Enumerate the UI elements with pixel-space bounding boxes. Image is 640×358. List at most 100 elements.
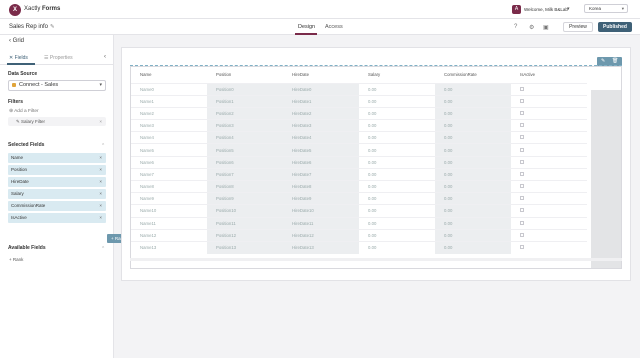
tab-fields[interactable]: ✕ Fields	[9, 55, 28, 61]
close-icon[interactable]: ×	[99, 213, 102, 223]
table-row[interactable]: Name10 Position10 HireDate10 0.00 0.00	[131, 204, 587, 218]
selected-field-position[interactable]: Position ×	[8, 165, 106, 175]
isactive-checkbox[interactable]	[520, 208, 524, 213]
table-row[interactable]: Name12 Position12 HireDate12 0.00 0.00	[131, 228, 587, 242]
table-row[interactable]: Name4 Position4 HireDate4 0.00 0.00	[131, 131, 587, 144]
close-icon[interactable]: ×	[99, 165, 102, 175]
column-header[interactable]: Salary	[359, 67, 435, 83]
table-cell: Position6	[207, 155, 283, 169]
table-row[interactable]: Name6 Position6 HireDate6 0.00 0.00	[131, 155, 587, 169]
table-cell: HireDate8	[283, 179, 359, 193]
collapse-panel-icon[interactable]: ‹	[104, 54, 106, 60]
table-row[interactable]: Name1 Position1 HireDate1 0.00 0.00	[131, 94, 587, 108]
isactive-checkbox[interactable]	[520, 86, 524, 91]
tab-design[interactable]: Design	[298, 24, 315, 30]
isactive-checkbox[interactable]	[520, 135, 524, 140]
table-row[interactable]: Name3 Position3 HireDate3 0.00 0.00	[131, 119, 587, 132]
table-row[interactable]: Name8 Position8 HireDate8 0.00 0.00	[131, 179, 587, 193]
back-to-grid[interactable]: ‹ Grid	[9, 38, 24, 44]
add-filter-button[interactable]: ⊕ Add a Filter	[9, 109, 39, 114]
table-row[interactable]: Name11 Position11 HireDate11 0.00 0.00	[131, 216, 587, 230]
isactive-checkbox[interactable]	[520, 171, 524, 176]
table-cell	[511, 82, 587, 96]
table-cell: Position3	[207, 119, 283, 132]
table-cell	[511, 119, 587, 132]
table-row[interactable]: Name7 Position7 HireDate7 0.00 0.00	[131, 167, 587, 181]
table-cell: Name13	[131, 240, 207, 254]
close-icon[interactable]: ×	[99, 189, 102, 199]
trash-icon[interactable]: 🗑	[612, 58, 618, 64]
isactive-checkbox[interactable]	[520, 184, 524, 189]
published-button[interactable]: Published	[598, 22, 632, 32]
column-header[interactable]: Name	[131, 67, 207, 83]
table-row[interactable]: Name5 Position5 HireDate5 0.00 0.00	[131, 143, 587, 157]
pencil-icon[interactable]: ✎	[50, 24, 55, 30]
data-grid[interactable]: Name Position HireDate Salary Commission…	[130, 66, 622, 269]
table-cell: Name5	[131, 143, 207, 157]
isactive-checkbox[interactable]	[520, 159, 524, 164]
table-cell: 0.00	[359, 155, 435, 169]
filter-chip[interactable]: ✎ Salary Filter ×	[8, 117, 106, 126]
selected-field-isactive[interactable]: IsActive ×	[8, 213, 106, 223]
language-value: Korea	[589, 6, 602, 11]
isactive-checkbox[interactable]	[520, 196, 524, 201]
table-row[interactable]: Name2 Position2 HireDate2 0.00 0.00	[131, 106, 587, 120]
pencil-icon[interactable]: ✎	[601, 58, 605, 64]
app-name-suffix: Forms	[42, 6, 61, 12]
chevron-up-icon[interactable]: ⌃	[101, 143, 105, 149]
isactive-checkbox[interactable]	[520, 245, 524, 250]
table-cell: Position11	[207, 216, 283, 230]
data-source-title: Data Source	[8, 71, 38, 77]
chevron-up-icon[interactable]: ⌃	[101, 246, 105, 252]
close-icon[interactable]: ×	[99, 201, 102, 211]
column-header[interactable]: HireDate	[283, 67, 359, 83]
table-cell: Position10	[207, 204, 283, 218]
selected-field-salary[interactable]: Salary ×	[8, 189, 106, 199]
tab-access[interactable]: Access	[325, 24, 343, 30]
chevron-down-icon[interactable]: ▾	[567, 6, 570, 12]
isactive-checkbox[interactable]	[520, 123, 524, 128]
avatar[interactable]: A	[512, 5, 521, 14]
help-icon[interactable]: ?	[514, 24, 517, 30]
field-label: Name	[11, 155, 24, 160]
table-cell: HireDate7	[283, 167, 359, 181]
table-cell	[511, 179, 587, 193]
tab-properties[interactable]: ☰ Properties	[44, 55, 73, 61]
column-header[interactable]: IsActive	[511, 67, 587, 83]
table-cell: HireDate5	[283, 143, 359, 157]
isactive-checkbox[interactable]	[520, 220, 524, 225]
save-icon[interactable]: ▣	[543, 24, 549, 31]
close-icon[interactable]: ×	[99, 177, 102, 187]
selected-field-hiredate[interactable]: HireDate ×	[8, 177, 106, 187]
table-cell: Position12	[207, 228, 283, 242]
table-cell: 0.00	[435, 204, 511, 218]
horizontal-scrollbar[interactable]	[130, 258, 622, 261]
isactive-checkbox[interactable]	[520, 147, 524, 152]
table-row[interactable]: Name0 Position0 HireDate0 0.00 0.00	[131, 82, 587, 96]
table-cell	[511, 240, 587, 254]
table-cell: Position13	[207, 240, 283, 254]
fields-icon: ✕	[9, 55, 14, 61]
user-name[interactable]: Welcome, Milk B&Lab	[524, 7, 568, 12]
table-row[interactable]: Name9 Position9 HireDate9 0.00 0.00	[131, 192, 587, 205]
column-header[interactable]: CommissionRate	[435, 67, 511, 83]
table-cell	[511, 94, 587, 108]
table-row[interactable]: Name13 Position13 HireDate13 0.00 0.00	[131, 240, 587, 254]
selected-field-commissionrate[interactable]: CommissionRate ×	[8, 201, 106, 211]
add-filter-label: Add a Filter	[14, 109, 39, 114]
isactive-checkbox[interactable]	[520, 110, 524, 115]
isactive-checkbox[interactable]	[520, 232, 524, 237]
gear-icon[interactable]: ⚙	[529, 24, 534, 31]
field-label: Rank	[12, 257, 24, 262]
selected-field-name[interactable]: Name ×	[8, 153, 106, 163]
app-name-prefix: Xactly	[24, 6, 41, 12]
close-icon[interactable]: ×	[99, 153, 102, 163]
data-source-select[interactable]: Connect - Sales ▾	[8, 80, 106, 91]
isactive-checkbox[interactable]	[520, 98, 524, 103]
preview-button[interactable]: Preview	[563, 22, 593, 32]
column-header[interactable]: Position	[207, 67, 283, 83]
close-icon[interactable]: ×	[99, 117, 102, 126]
language-select[interactable]: Korea ▾	[584, 4, 628, 13]
available-field-rank[interactable]: + Rank	[9, 257, 23, 262]
table-cell: HireDate2	[283, 106, 359, 120]
